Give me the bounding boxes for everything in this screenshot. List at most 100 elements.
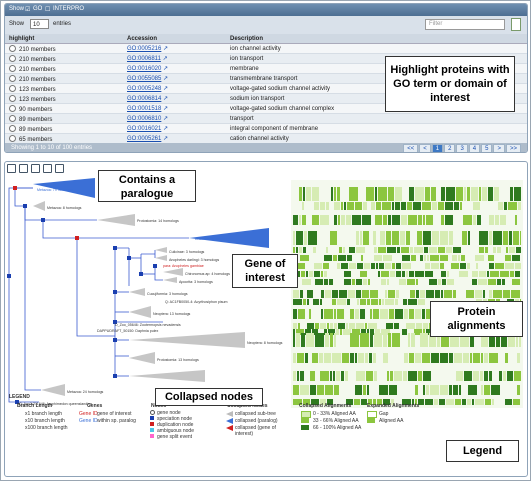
collapsed-triangle[interactable] <box>129 352 155 364</box>
highlight-cell[interactable]: 89 members <box>5 113 123 124</box>
accession-link[interactable]: GO:0006814 <box>127 96 161 102</box>
accession-link[interactable]: GO:0016020 <box>127 66 161 72</box>
page-button[interactable]: 4 <box>468 144 481 152</box>
page-button[interactable]: >> <box>505 144 521 152</box>
tree-leaf-label[interactable]: Culicinae: 3 homologs <box>169 250 205 254</box>
page-button[interactable]: << <box>403 144 419 152</box>
highlight-cell[interactable]: 210 members <box>5 43 123 54</box>
tree-leaf-label[interactable]: D_Zoo_05646: Zootermopsis nevadensis <box>115 323 181 327</box>
tree-leaf-label[interactable]: Metazoa: 24 homologs <box>67 390 104 394</box>
expand-icon[interactable] <box>31 164 40 173</box>
tree-leaf-label[interactable]: Anopheles darlingi: 3 homologs <box>169 258 219 262</box>
external-link-icon[interactable]: ↗ <box>163 106 168 112</box>
export-icon[interactable] <box>511 18 521 31</box>
tree-leaf-label[interactable]: Cucujiformia: 3 homologs <box>147 292 188 296</box>
accession-link[interactable]: GO:0006810 <box>127 116 161 122</box>
highlight-radio[interactable] <box>9 104 16 112</box>
collapsed-triangle[interactable] <box>155 247 167 253</box>
page-button[interactable]: 2 <box>444 144 456 152</box>
collapsed-triangle[interactable] <box>163 277 177 283</box>
page-button[interactable]: < <box>419 144 431 152</box>
highlight-cell[interactable]: 210 members <box>5 53 123 64</box>
tree-leaf-label[interactable]: Bilateria: 41 homologs <box>195 237 231 241</box>
highlight-cell[interactable]: 210 members <box>5 63 123 74</box>
highlight-radio[interactable] <box>9 84 16 92</box>
page-button[interactable]: 1 <box>431 144 444 152</box>
page-button[interactable]: > <box>493 144 505 152</box>
tree-leaf-label[interactable]: Neoptera: 13 homologs <box>153 312 191 316</box>
accession-link[interactable]: GO:0006811 <box>127 56 161 62</box>
table-row[interactable]: 210 members GO:0005216 ↗ ion channel activ… <box>5 43 527 54</box>
external-link-icon[interactable]: ↗ <box>163 136 168 142</box>
column-header[interactable]: Accession <box>123 34 226 44</box>
column-header[interactable]: Description <box>226 34 527 44</box>
highlight-cell[interactable]: 123 members <box>5 93 123 104</box>
highlight-radio[interactable] <box>9 74 16 82</box>
external-link-icon[interactable]: ↗ <box>163 76 168 82</box>
go-label[interactable]: GO <box>33 6 42 12</box>
collapsed-triangle[interactable] <box>155 255 167 261</box>
accession-link[interactable]: GO:0016021 <box>127 126 161 132</box>
tree-leaf-label[interactable]: Chironomus ap: 4 homologs <box>185 272 230 276</box>
alignment-block <box>349 323 355 329</box>
accession-link[interactable]: GO:0001518 <box>127 106 161 112</box>
external-link-icon[interactable]: ↗ <box>163 66 168 72</box>
external-link-icon[interactable]: ↗ <box>163 116 168 122</box>
alignment-block <box>505 399 512 405</box>
collapsed-triangle[interactable] <box>129 288 145 296</box>
settings-icon[interactable] <box>7 164 16 173</box>
highlight-radio[interactable] <box>9 44 16 52</box>
collapsed-triangle[interactable] <box>129 332 245 348</box>
interpro-checkbox[interactable]: ☐ <box>45 6 50 13</box>
external-link-icon[interactable]: ↗ <box>163 126 168 132</box>
highlight-radio[interactable] <box>9 94 16 102</box>
highlight-cell[interactable]: 210 members <box>5 73 123 84</box>
tree-leaf-label[interactable]: Metazoa: 8 homologs <box>47 206 82 210</box>
collapsed-triangle[interactable] <box>129 306 151 318</box>
tree-leaf-label[interactable]: Protostomia: 14 homologs <box>137 219 179 223</box>
tree-leaf-label[interactable]: Q: AC1FB0050-4: Acyrthosiphon pisum <box>165 300 228 304</box>
highlight-radio[interactable] <box>9 114 16 122</box>
filter-input[interactable]: Filter <box>425 19 505 30</box>
collapsed-triangle[interactable] <box>163 268 183 276</box>
tree-leaf-label[interactable]: DAPPUDRAFT_50150: Daphnia pulex <box>97 329 159 333</box>
table-row[interactable]: 89 members GO:0006810 ↗ transport <box>5 113 527 124</box>
highlight-cell[interactable]: 90 members <box>5 103 123 114</box>
external-link-icon[interactable]: ↗ <box>163 46 168 52</box>
highlight-cell[interactable]: 123 members <box>5 83 123 94</box>
tree-leaf-label[interactable]: Neoptera: 8 homologs <box>247 341 283 345</box>
table-row[interactable]: 65 members GO:0005261 ↗ cation channel act… <box>5 133 527 144</box>
highlight-cell[interactable]: 89 members <box>5 123 123 134</box>
highlight-cell[interactable]: 65 members <box>5 133 123 144</box>
accession-link[interactable]: GO:0005248 <box>127 86 161 92</box>
download-icon[interactable] <box>55 164 64 173</box>
accession-link[interactable]: GO:0055085 <box>127 76 161 82</box>
external-link-icon[interactable]: ↗ <box>163 96 168 102</box>
interpro-label[interactable]: INTERPRO <box>53 6 84 12</box>
column-header[interactable]: highlight <box>5 34 123 44</box>
collapsed-triangle[interactable] <box>33 201 45 211</box>
go-checkbox[interactable]: ☑ <box>25 6 30 13</box>
collapse-icon[interactable] <box>19 164 28 173</box>
external-link-icon[interactable]: ↗ <box>163 86 168 92</box>
highlight-radio[interactable] <box>9 124 16 132</box>
page-button[interactable]: 5 <box>481 144 493 152</box>
collapsed-triangle[interactable] <box>129 370 205 382</box>
accession-link[interactable]: GO:0005261 <box>127 136 161 142</box>
accession-link[interactable]: GO:0005216 <box>127 46 161 52</box>
highlight-radio[interactable] <box>9 64 16 72</box>
tree-leaf-label[interactable]: Metazoa: 79 homologs <box>37 188 74 192</box>
page-button[interactable]: 3 <box>456 144 468 152</box>
collapsed-triangle[interactable] <box>97 214 135 226</box>
tree-leaf-label[interactable]: para: Anopheles gambiae <box>163 264 204 268</box>
collapsed-triangle[interactable] <box>41 384 65 396</box>
image-icon[interactable] <box>43 164 52 173</box>
highlight-radio[interactable] <box>9 54 16 62</box>
tree-leaf-label[interactable]: Apocrita: 3 homologs <box>179 280 213 284</box>
highlight-radio[interactable] <box>9 134 16 142</box>
page-size-select[interactable]: 10 <box>30 19 49 29</box>
alignment-block <box>480 371 483 381</box>
table-row[interactable]: 89 members GO:0016021 ↗ integral component… <box>5 123 527 134</box>
external-link-icon[interactable]: ↗ <box>163 56 168 62</box>
tree-leaf-label[interactable]: Protostomia: 13 homologs <box>157 358 199 362</box>
